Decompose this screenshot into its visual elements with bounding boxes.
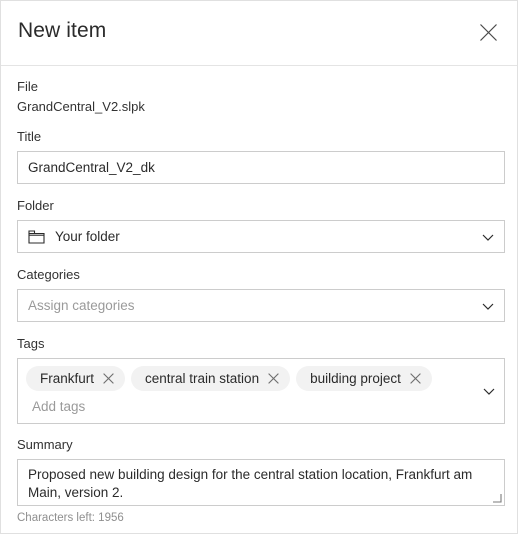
- tags-field[interactable]: Frankfurt central train station building…: [17, 358, 505, 424]
- field-tags: Tags Frankfurt central train station bui…: [17, 322, 505, 424]
- tag-chip-label: central train station: [145, 371, 260, 386]
- field-folder: Folder Your folder: [17, 184, 505, 253]
- file-label: File: [17, 79, 38, 94]
- tags-input[interactable]: Add tags: [32, 398, 476, 416]
- folder-label: Folder: [17, 198, 54, 213]
- dialog-body: File GrandCentral_V2.slpk Title GrandCen…: [1, 66, 517, 525]
- folder-icon: [28, 229, 45, 244]
- summary-label: Summary: [17, 437, 73, 452]
- field-summary: Summary Proposed new building design for…: [17, 424, 505, 525]
- folder-value: Your folder: [55, 229, 120, 244]
- categories-label: Categories: [17, 267, 80, 282]
- close-icon[interactable]: [102, 372, 115, 385]
- categories-select[interactable]: Assign categories: [17, 289, 505, 322]
- field-categories: Categories Assign categories: [17, 253, 505, 322]
- field-file: File GrandCentral_V2.slpk: [17, 66, 501, 115]
- characters-left-text: Characters left: 1956: [17, 512, 124, 524]
- tags-label: Tags: [17, 336, 45, 351]
- title-input[interactable]: GrandCentral_V2_dk: [17, 151, 505, 184]
- field-title: Title GrandCentral_V2_dk: [17, 115, 505, 184]
- dialog-title: New item: [18, 19, 107, 42]
- close-icon[interactable]: [409, 372, 422, 385]
- tag-chip[interactable]: central train station: [131, 366, 291, 391]
- summary-text: Proposed new building design for the cen…: [28, 467, 473, 500]
- tag-chip-label: Frankfurt: [40, 371, 95, 386]
- close-button[interactable]: [471, 15, 505, 49]
- close-icon[interactable]: [267, 372, 280, 385]
- chevron-down-icon: [482, 303, 494, 310]
- tag-chip-label: building project: [310, 371, 401, 386]
- dialog-header: New item: [1, 1, 517, 66]
- categories-placeholder: Assign categories: [28, 298, 135, 313]
- tag-chip-list: Frankfurt central train station building…: [26, 366, 476, 391]
- resize-handle-icon[interactable]: [492, 493, 502, 503]
- file-value: GrandCentral_V2.slpk: [17, 99, 145, 114]
- tag-chip[interactable]: building project: [296, 366, 432, 391]
- tag-chip[interactable]: Frankfurt: [26, 366, 126, 391]
- summary-textarea[interactable]: Proposed new building design for the cen…: [17, 459, 505, 506]
- title-label: Title: [17, 129, 42, 144]
- new-item-dialog: New item File GrandCentral_V2.slpk Title…: [0, 0, 518, 534]
- chevron-down-icon[interactable]: [482, 384, 496, 398]
- close-icon: [479, 23, 497, 41]
- folder-select[interactable]: Your folder: [17, 220, 505, 253]
- chevron-down-icon: [482, 234, 494, 241]
